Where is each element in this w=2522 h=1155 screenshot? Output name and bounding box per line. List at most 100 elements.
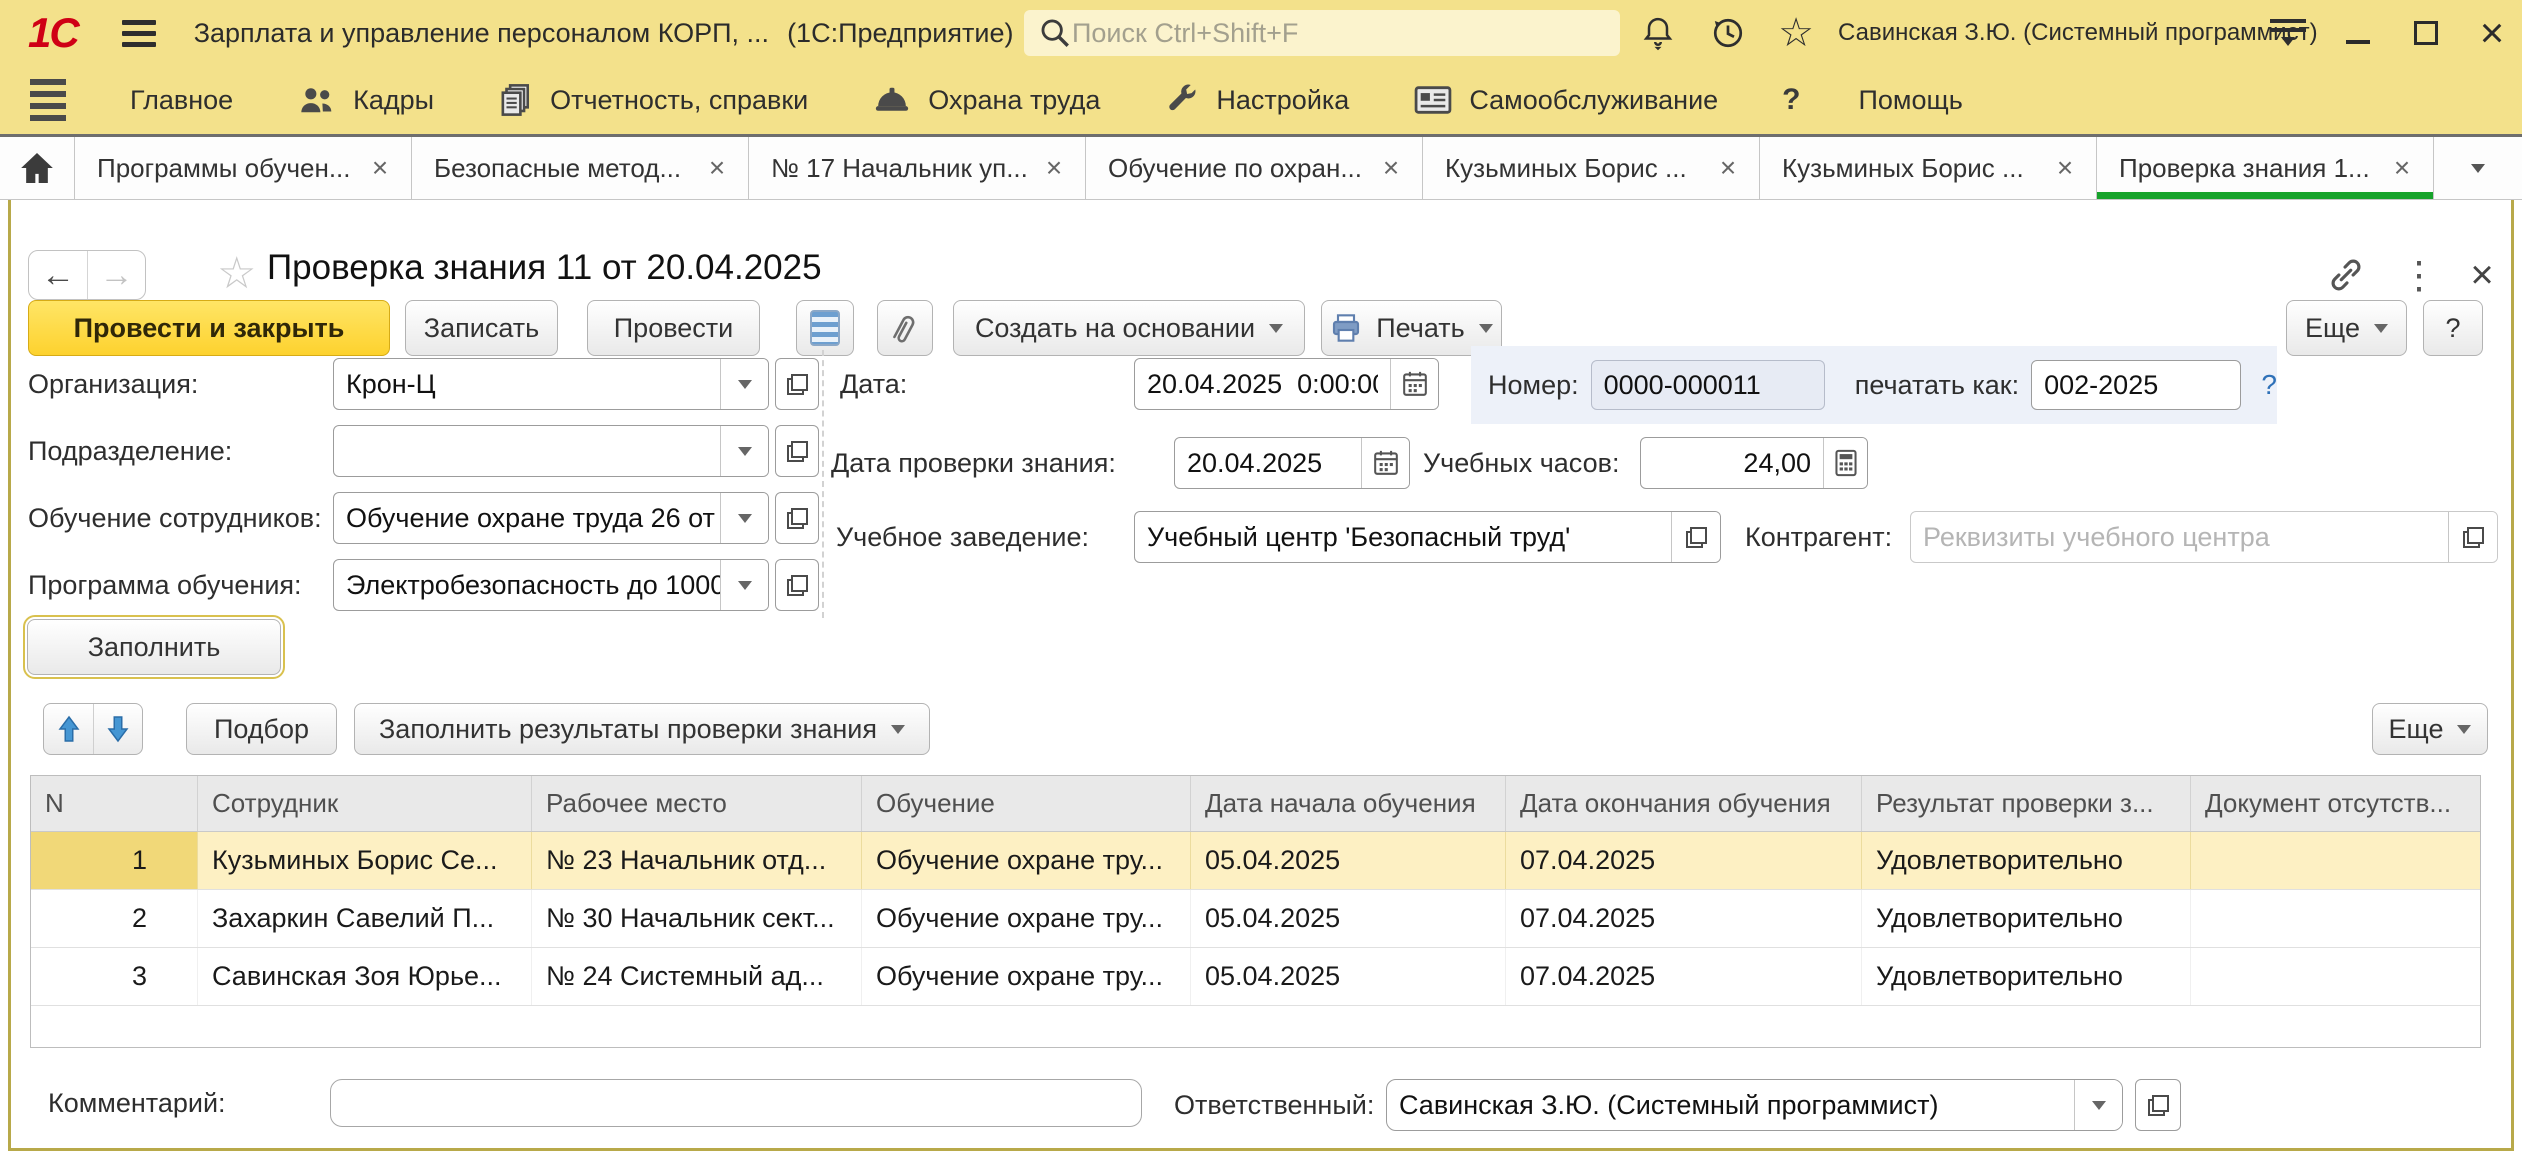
table-row[interactable]: 1 Кузьминых Борис Се... № 23 Начальник о… [31,832,2480,890]
main-menu-icon[interactable] [122,20,156,47]
current-user[interactable]: Савинская З.Ю. (Системный программист) [1838,0,2318,66]
help-button[interactable]: ? [2423,300,2483,356]
get-link-icon[interactable] [2323,252,2369,298]
print-as-help-link[interactable]: ? [2261,369,2277,401]
date-field[interactable] [1134,358,1439,410]
tab-proverka-znaniya[interactable]: Проверка знания 1... × [2097,137,2434,199]
favorites-icon[interactable]: ☆ [1774,12,1818,54]
grid-more-button[interactable]: Еще [2372,703,2488,755]
training-open-button[interactable] [775,492,819,544]
dropdown-arrow-icon[interactable] [2074,1080,2122,1130]
minimize-button[interactable] [2330,0,2386,66]
tab-bezopasnye-metody[interactable]: Безопасные метод... × [412,137,749,199]
table-row[interactable]: 3 Савинская Зоя Юрье... № 24 Системный а… [31,948,2480,1006]
check-date-field[interactable] [1174,437,1410,489]
kebab-menu-icon[interactable]: ⋮ [2396,252,2442,298]
tab-kuzminyh-2[interactable]: Кузьминых Борис ... × [1760,137,2097,199]
school-open-button[interactable] [1671,512,1720,562]
menu-item-otchetnost[interactable]: Отчетность, справки [498,81,808,119]
favorite-star-icon[interactable]: ☆ [217,248,256,299]
form-splitter[interactable] [822,350,824,618]
responsible-open-button[interactable] [2135,1079,2181,1131]
org-open-button[interactable] [775,358,819,410]
move-up-button[interactable] [44,704,93,754]
school-field[interactable] [1134,511,1721,563]
close-document-icon[interactable]: × [2459,252,2505,298]
back-button[interactable]: ← [29,251,87,299]
comment-input[interactable] [330,1079,1142,1127]
tab-close-icon[interactable]: × [702,152,732,184]
column-header-training[interactable]: Обучение [862,776,1191,831]
tab-home[interactable] [0,137,75,199]
calendar-icon[interactable] [1390,359,1438,409]
menu-item-pomosch[interactable]: ? Помощь [1782,83,1963,117]
column-header-workplace[interactable]: Рабочее место [532,776,862,831]
maximize-button[interactable] [2398,0,2454,66]
menu-item-nastroyka[interactable]: Настройка [1164,82,1349,118]
post-and-close-button[interactable]: Провести и закрыть [28,300,390,356]
tab-kuzminyh-1[interactable]: Кузьминых Борис ... × [1423,137,1760,199]
move-down-button[interactable] [93,704,142,754]
responsible-combo[interactable]: Савинская З.Ю. (Системный программист) [1386,1079,2123,1131]
notifications-icon[interactable] [1636,12,1680,54]
menu-item-ohrana-truda[interactable]: Охрана труда [872,82,1100,118]
dropdown-arrow-icon[interactable] [720,493,768,543]
org-combo[interactable]: Крон-Ц [333,358,769,410]
counterparty-open-button[interactable] [2448,512,2497,562]
forward-button[interactable]: → [87,251,145,299]
tab-close-icon[interactable]: × [365,152,395,184]
sections-panel-button[interactable] [30,79,66,121]
close-window-button[interactable]: × [2464,0,2520,66]
open-icon [787,374,808,395]
tab-close-icon[interactable]: × [1039,152,1069,184]
dropdown-arrow-icon[interactable] [720,560,768,610]
training-combo[interactable]: Обучение охране труда 26 от 0 [333,492,769,544]
menu-item-label: Помощь [1859,85,1963,116]
dept-combo[interactable] [333,425,769,477]
global-search[interactable] [1024,10,1620,56]
column-header-date-end[interactable]: Дата окончания обучения [1506,776,1862,831]
tab-overflow-button[interactable] [2434,137,2522,199]
tab-close-icon[interactable]: × [2387,152,2417,184]
fill-results-button[interactable]: Заполнить результаты проверки знания [354,703,930,755]
write-button[interactable]: Записать [405,300,558,356]
pick-button[interactable]: Подбор [186,703,337,755]
dropdown-arrow-icon[interactable] [720,426,768,476]
toolbar-more-button[interactable]: Еще [2286,300,2407,356]
post-button[interactable]: Провести [587,300,760,356]
date-label: Дата: [840,358,907,410]
menu-item-samoobsluzhivanie[interactable]: Самообслуживание [1413,83,1718,117]
column-header-employee[interactable]: Сотрудник [198,776,532,831]
program-combo[interactable]: Электробезопасность до 1000В [333,559,769,611]
column-header-n[interactable]: N [31,776,198,831]
tab-close-icon[interactable]: × [2050,152,2080,184]
service-menu-icon[interactable] [2266,14,2310,54]
menu-item-kadry[interactable]: Кадры [297,82,434,118]
table-row[interactable]: 2 Захаркин Савелий П... № 30 Начальник с… [31,890,2480,948]
tab-17-nachalnik[interactable]: № 17 Начальник уп... × [749,137,1086,199]
tab-programmy-obucheniya[interactable]: Программы обучен... × [75,137,412,199]
program-open-button[interactable] [775,559,819,611]
fill-button[interactable]: Заполнить [27,619,281,675]
tab-close-icon[interactable]: × [1713,152,1743,184]
menu-item-label: Главное [130,85,233,116]
column-header-result[interactable]: Результат проверки з... [1862,776,2191,831]
menu-item-label: Самообслуживание [1469,85,1718,116]
counterparty-field[interactable] [1910,511,2498,563]
calendar-icon[interactable] [1361,438,1409,488]
menu-item-glavnoe[interactable]: Главное [130,85,233,116]
column-header-absence-doc[interactable]: Документ отсутств... [2191,776,2481,831]
print-as-field[interactable] [2031,360,2241,410]
hours-field[interactable] [1640,437,1868,489]
dept-open-button[interactable] [775,425,819,477]
show-movements-button[interactable] [796,300,854,356]
create-based-on-button[interactable]: Создать на основании [953,300,1305,356]
calculator-icon[interactable] [1823,438,1867,488]
column-header-date-start[interactable]: Дата начала обучения [1191,776,1506,831]
tab-close-icon[interactable]: × [1376,152,1406,184]
tab-obuchenie-po-ohrane[interactable]: Обучение по охран... × [1086,137,1423,199]
history-icon[interactable] [1706,12,1750,54]
search-input[interactable] [1072,18,1606,49]
attachments-button[interactable] [877,300,933,356]
dropdown-arrow-icon[interactable] [720,359,768,409]
